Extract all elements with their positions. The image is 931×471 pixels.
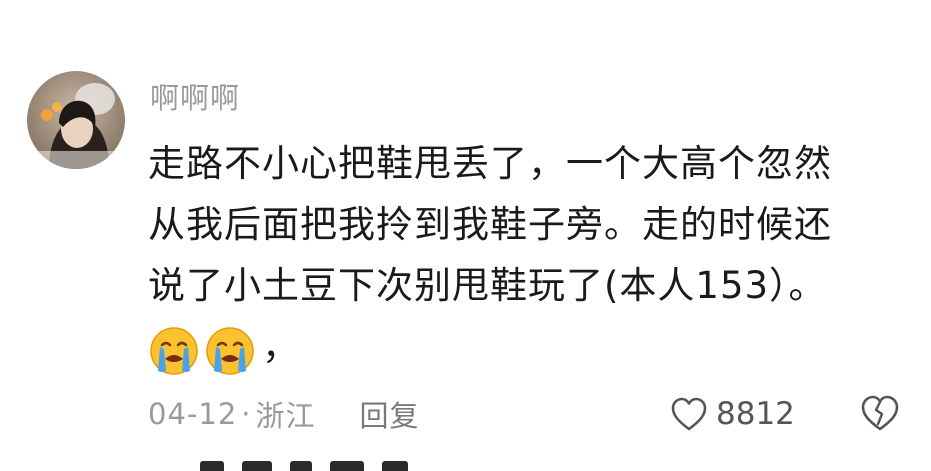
comment-item: 啊啊啊 走路不小心把鞋甩丢了，一个大高个忽然 从我后面把我拎到我鞋子旁。走的时候… xyxy=(0,0,931,471)
comment-line: 走路不小心把鞋甩丢了，一个大高个忽然 xyxy=(148,142,832,185)
emoji-row: ， xyxy=(148,316,908,377)
reply-button[interactable]: 回复 xyxy=(360,393,420,435)
dislike-button[interactable] xyxy=(860,394,900,432)
crying-face-emoji-icon xyxy=(204,325,256,377)
like-count: 8812 xyxy=(716,396,795,432)
broken-heart-icon xyxy=(861,395,899,431)
comment-punctuation: ， xyxy=(262,325,300,368)
comment-location: 浙江 xyxy=(255,399,316,433)
username[interactable]: 啊啊啊 xyxy=(150,80,240,116)
avatar[interactable] xyxy=(27,71,125,169)
comment-line: 从我后面把我拎到我鞋子旁。走的时候还 xyxy=(148,203,832,246)
comment-meta: 04-12 · 浙江 回复 xyxy=(148,392,420,436)
heart-outline-icon xyxy=(671,397,707,431)
comment-text: 走路不小心把鞋甩丢了，一个大高个忽然 从我后面把我拎到我鞋子旁。走的时候还 说了… xyxy=(148,133,908,377)
crying-face-emoji-icon xyxy=(148,325,200,377)
comment-date: 04-12 xyxy=(148,397,238,431)
avatar-photo xyxy=(27,71,125,169)
comment-line: 说了小土豆下次别甩鞋玩了(本人153）。 xyxy=(148,264,827,307)
like-button[interactable]: 8812 xyxy=(670,392,795,436)
next-comment-fragment xyxy=(200,461,460,471)
meta-separator: · xyxy=(241,397,252,431)
